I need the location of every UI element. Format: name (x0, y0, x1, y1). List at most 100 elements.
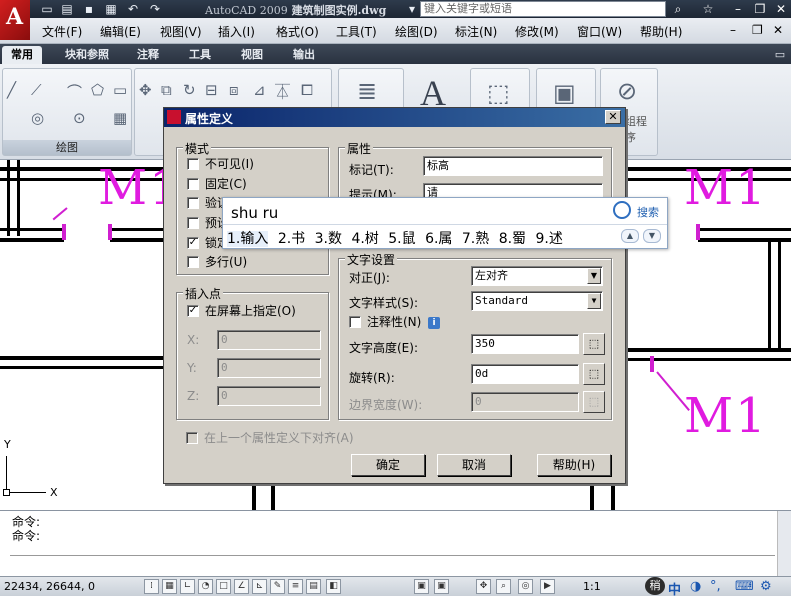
tab-tools[interactable]: 工具 (182, 46, 218, 64)
ime-prev-page-icon[interactable]: ▲ (621, 229, 639, 243)
ime-candidate[interactable]: 3.数 (315, 231, 342, 247)
tab-blocks[interactable]: 块和参照 (58, 46, 116, 64)
model-icon[interactable]: ◧ (326, 579, 341, 594)
polyline-icon[interactable]: ⟋ (31, 81, 42, 99)
open-icon[interactable]: ▤ (60, 2, 74, 16)
osnap-icon[interactable]: □ (216, 579, 231, 594)
minimize-icon[interactable]: – (730, 1, 746, 17)
circle-icon[interactable]: ◎ (31, 109, 44, 127)
close-icon[interactable]: ✕ (773, 1, 789, 17)
ducs-icon[interactable]: ⊾ (252, 579, 267, 594)
checkbox-box[interactable] (187, 197, 199, 209)
boundary-width-field[interactable]: 0 (471, 392, 579, 412)
tab-output[interactable]: 输出 (286, 46, 322, 64)
menu-view[interactable]: 视图(V) (160, 23, 202, 40)
z-field[interactable]: 0 (217, 386, 321, 406)
chevron-down-icon[interactable]: ▼ (587, 268, 601, 284)
ellipse-icon[interactable]: ⊙ (73, 109, 86, 127)
search-icon[interactable]: ⌕ (670, 1, 686, 17)
showmotion-icon[interactable]: ▶ (540, 579, 555, 594)
doc-restore-icon[interactable]: ❐ (752, 23, 763, 37)
menu-insert[interactable]: 插入(I) (218, 23, 255, 40)
menu-window[interactable]: 窗口(W) (577, 23, 622, 40)
checkbox-box[interactable] (187, 256, 199, 268)
rectangle-icon[interactable]: ▭ (113, 81, 127, 99)
ortho-icon[interactable]: ∟ (180, 579, 195, 594)
undo-icon[interactable]: ↶ (126, 2, 140, 16)
menu-edit[interactable]: 编辑(E) (100, 23, 141, 40)
layout-icon[interactable]: ▣ (414, 579, 429, 594)
ime-candidate[interactable]: 4.树 (351, 231, 378, 247)
stretch-icon[interactable]: ⊿ (253, 81, 266, 99)
command-window[interactable]: 命令: 命令: (0, 510, 791, 577)
ime-candidate[interactable]: 9.述 (536, 231, 563, 247)
checkbox-box[interactable] (187, 158, 199, 170)
layers-icon[interactable]: ≣ (357, 77, 377, 105)
ime-chinese-mode-icon[interactable]: 中 (668, 579, 681, 598)
y-field[interactable]: 0 (217, 358, 321, 378)
justify-select[interactable]: 左对齐 ▼ (471, 266, 603, 286)
cancel-button[interactable]: 取消 (437, 454, 511, 476)
x-field[interactable]: 0 (217, 330, 321, 350)
command-scrollbar[interactable] (777, 511, 791, 577)
checkbox-box[interactable]: ✓ (187, 237, 199, 249)
array-icon[interactable]: ⧠ (301, 81, 313, 99)
snap-icon[interactable]: ⁞ (144, 579, 159, 594)
checkbox-box[interactable]: ✓ (187, 305, 199, 317)
qp-icon[interactable]: ▤ (306, 579, 321, 594)
save-icon[interactable]: ▪ (82, 2, 96, 16)
dropdown-icon[interactable]: ▾ (405, 2, 419, 16)
search-input[interactable]: 键入关键字或短语 (420, 1, 666, 17)
plot-icon[interactable]: ▦ (104, 2, 118, 16)
layout2-icon[interactable]: ▣ (434, 579, 449, 594)
restore-icon[interactable]: ❐ (752, 1, 768, 17)
star-icon[interactable]: ☆ (700, 1, 716, 17)
ime-candidate[interactable]: 2.书 (278, 231, 305, 247)
ime-halfwidth-icon[interactable]: ◑ (690, 579, 701, 594)
block-icon[interactable]: ▣ (553, 79, 576, 107)
move-icon[interactable]: ✥ (139, 81, 152, 99)
draw-panel-label[interactable]: 绘图 (3, 140, 131, 155)
checkbox-box[interactable] (187, 178, 199, 190)
trim-icon[interactable]: ⊟ (205, 81, 218, 99)
menu-modify[interactable]: 修改(M) (515, 23, 559, 40)
rotation-field[interactable]: 0d (471, 364, 579, 384)
ime-keyboard-icon[interactable]: ⌨ (735, 579, 754, 594)
ime-candidate[interactable]: 6.属 (425, 231, 452, 247)
polar-icon[interactable]: ◔ (198, 579, 213, 594)
ime-candidate[interactable]: 7.熟 (462, 231, 489, 247)
grid-icon[interactable]: ▦ (162, 579, 177, 594)
dyn-icon[interactable]: ✎ (270, 579, 285, 594)
steering-wheel-icon[interactable]: ◎ (518, 579, 533, 594)
pick-rotation-button[interactable]: ⬚ (583, 363, 605, 385)
ime-candidate[interactable]: 8.蜀 (499, 231, 526, 247)
pick-width-button[interactable]: ⬚ (583, 391, 605, 413)
dialog-titlebar[interactable]: 属性定义 ✕ (164, 108, 625, 127)
menu-file[interactable]: 文件(F) (42, 23, 82, 40)
pan-icon[interactable]: ✥ (476, 579, 491, 594)
zoom-icon[interactable]: ⌕ (496, 579, 511, 594)
tab-view[interactable]: 视图 (234, 46, 270, 64)
ime-next-page-icon[interactable]: ▼ (643, 229, 661, 243)
checkbox-box[interactable] (187, 217, 199, 229)
checkbox-box[interactable] (349, 316, 361, 328)
tab-annotate[interactable]: 注释 (130, 46, 166, 64)
ime-punctuation-icon[interactable]: °, (710, 579, 721, 594)
menu-draw[interactable]: 绘图(D) (395, 23, 438, 40)
ime-candidate[interactable]: 5.鼠 (388, 231, 415, 247)
new-icon[interactable]: ▭ (40, 2, 54, 16)
lineweight-icon[interactable]: ≡ (288, 579, 303, 594)
doc-minimize-icon[interactable]: – (730, 23, 736, 37)
ok-button[interactable]: 确定 (351, 454, 425, 476)
menu-tools[interactable]: 工具(T) (336, 23, 377, 40)
menu-dimension[interactable]: 标注(N) (455, 23, 497, 40)
arc-icon[interactable]: ⌒ (67, 81, 82, 102)
chevron-down-icon[interactable]: ▼ (587, 293, 601, 309)
ime-candidate[interactable]: 1.输入 (227, 231, 269, 247)
ribbon-toggle-icon[interactable]: ▭ (772, 46, 788, 64)
zoom-icon[interactable]: ⊘ (617, 77, 637, 105)
otrack-icon[interactable]: ∠ (234, 579, 249, 594)
pick-height-button[interactable]: ⬚ (583, 333, 605, 355)
copy-icon[interactable]: ⧉ (161, 81, 172, 99)
polygon-icon[interactable]: ⬠ (91, 81, 104, 99)
